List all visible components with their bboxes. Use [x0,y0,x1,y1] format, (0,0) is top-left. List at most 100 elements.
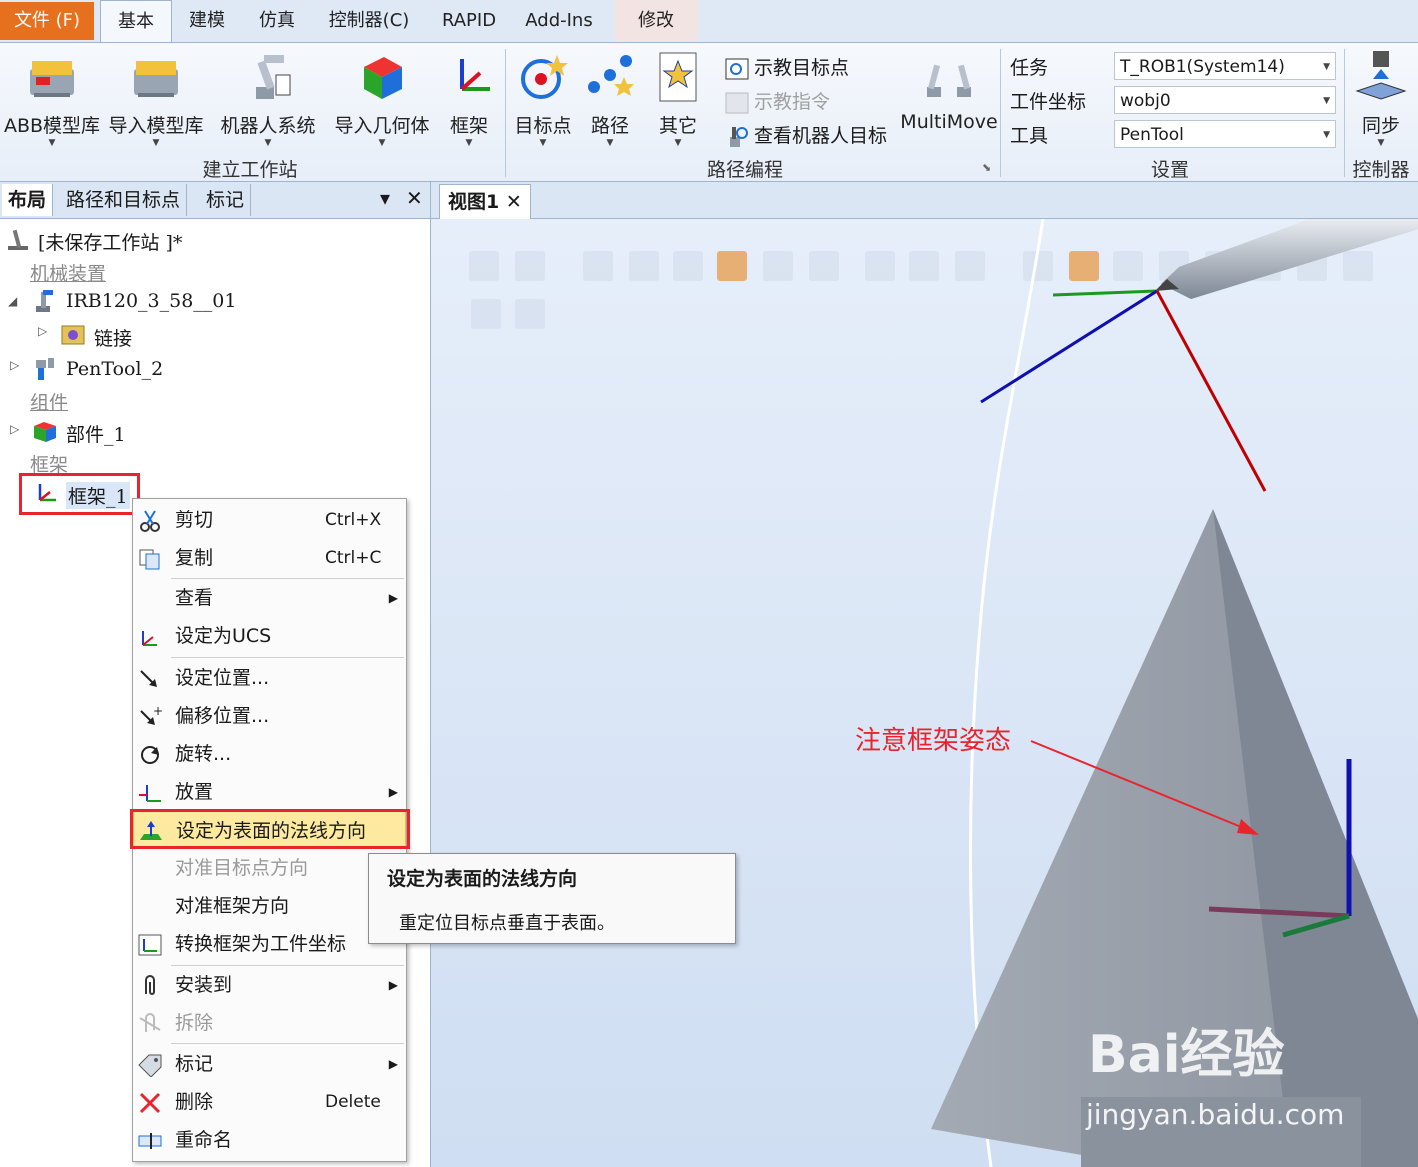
tab-paths-targets[interactable]: 路径和目标点 [60,184,188,216]
menu-cut[interactable]: 剪切 Ctrl+X [133,501,406,539]
menu-cut-shortcut: Ctrl+X [325,510,382,530]
import-geometry-icon [352,47,412,107]
tool-axis-x [1155,290,1267,492]
tree-part[interactable]: 部件_1 [66,420,126,447]
menu-place-label: 放置 [175,781,214,803]
expand-icon[interactable]: ▷ [38,324,47,338]
tree-links[interactable]: 链接 [94,324,132,351]
panel-menu-icon[interactable]: ▾ [380,186,390,210]
tool-select-value: PenTool [1120,125,1184,145]
menu-align-target[interactable]: 对准目标点方向 [133,849,406,887]
menu-align-frame[interactable]: 对准框架方向 [133,887,406,925]
teach-instruction-button[interactable]: 示教指令 [724,87,830,115]
part-icon [32,418,58,444]
sync-button[interactable]: 同步 ▼ [1348,47,1414,157]
tab-layout[interactable]: 布局 [2,184,54,216]
expand-icon[interactable]: ▷ [10,358,19,372]
abb-library-button[interactable]: ABB模型库 ▼ [2,47,102,157]
expand-icon[interactable]: ▷ [10,422,19,436]
tooltip-title: 设定为表面的法线方向 [387,868,578,890]
menu-delete-label: 删除 [175,1091,214,1113]
frame-button[interactable]: 框架 ▼ [442,47,496,157]
menu-set-position[interactable]: 设定位置... [133,659,406,697]
target-label: 目标点 [514,115,572,137]
path-label: 路径 [590,115,629,137]
dialog-launcher-icon[interactable]: ⬊ [982,161,991,174]
robot-icon [32,288,58,314]
menu-rename-label: 重命名 [175,1129,233,1151]
group-separator [1000,49,1001,177]
close-icon[interactable]: ✕ [506,191,522,213]
menu-delete-shortcut: Delete [325,1092,381,1112]
tab-addins[interactable]: Add-Ins [516,0,602,42]
view-tab-label: 视图1 [448,191,500,213]
tab-tags[interactable]: 标记 [200,184,252,216]
chevron-down-icon: ▼ [264,138,272,148]
path-button[interactable]: 路径 ▼ [580,47,640,157]
chevron-down-icon: ▼ [48,138,56,148]
menu-tag[interactable]: 标记 ▶ [133,1045,406,1083]
tab-modify[interactable]: 修改 [614,0,698,42]
import-library-button[interactable]: 导入模型库 ▼ [104,47,208,157]
task-select[interactable]: T_ROB1(System14) ▼ [1114,52,1336,80]
teach-target-button[interactable]: 示教目标点 [724,53,849,81]
import-geometry-button[interactable]: 导入几何体 ▼ [330,47,434,157]
menu-detach[interactable]: 拆除 [133,1004,406,1042]
menu-set-ucs[interactable]: 设定为UCS [133,617,406,655]
tree-station[interactable]: [未保存工作站 ]* [38,228,182,255]
menu-rename[interactable]: 重命名 [133,1121,406,1159]
menu-copy-shortcut: Ctrl+C [325,548,382,568]
group-label-settings: 设置 [1150,159,1189,181]
set-position-icon [137,666,163,690]
rotate-icon [137,742,163,766]
chevron-down-icon: ▼ [1323,130,1330,140]
menu-cut-label: 剪切 [175,509,214,531]
document-icon [648,47,708,107]
menu-offset-position[interactable]: + 偏移位置... [133,697,406,735]
menu-delete[interactable]: 删除 Delete [133,1083,406,1121]
tree-tool[interactable]: PenTool_2 [66,358,163,380]
group-label-build-station: 建立工作站 [202,159,298,181]
group-separator [1344,49,1345,177]
abb-library-icon [22,47,82,107]
robot-system-icon [238,47,298,107]
tag-icon [137,1052,163,1078]
3d-viewport[interactable]: Bai经验 jingyan.baidu.com [431,219,1418,1167]
teach-target-icon [724,57,750,81]
menu-view[interactable]: 查看 ▶ [133,579,406,617]
workobject-select[interactable]: wobj0 ▼ [1114,86,1336,114]
menu-attach[interactable]: 安装到 ▶ [133,966,406,1004]
view-tabs: 视图1 ✕ [431,182,1418,219]
view-robot-target-button[interactable]: 查看机器人目标 [724,121,887,149]
menu-align-target-label: 对准目标点方向 [175,857,309,879]
menu-copy[interactable]: 复制 Ctrl+C [133,539,406,577]
path-icon [580,47,640,107]
submenu-arrow-icon: ▶ [388,978,398,992]
chevron-down-icon: ▼ [378,138,386,148]
chevron-down-icon: ▼ [1323,62,1330,72]
collapse-icon[interactable]: ◢ [8,294,17,308]
menu-convert-workobject[interactable]: 转换框架为工件坐标 [133,925,406,963]
tab-basic[interactable]: 基本 [100,0,172,42]
tab-controller[interactable]: 控制器(C) [318,0,420,42]
tab-view1[interactable]: 视图1 ✕ [439,184,531,219]
close-icon[interactable]: ✕ [406,186,423,210]
frame-label: 框架 [449,115,488,137]
other-button[interactable]: 其它 ▼ [648,47,708,157]
menu-place[interactable]: 放置 ▶ [133,773,406,811]
other-label: 其它 [658,115,697,137]
target-button[interactable]: 目标点 ▼ [510,47,576,157]
ribbon-tab-bar: 文件 (F) 基本 建模 仿真 控制器(C) RAPID Add-Ins 修改 [0,0,1418,42]
tree-robot[interactable]: IRB120_3_58__01 [66,290,236,312]
tab-rapid[interactable]: RAPID [432,0,506,42]
tab-file[interactable]: 文件 (F) [0,2,94,40]
chevron-down-icon: ▼ [539,138,547,148]
tool-axis-y [1052,289,1158,297]
tool-select[interactable]: PenTool ▼ [1114,120,1336,148]
multimove-button[interactable]: MultiMove [900,47,998,157]
tab-simulation[interactable]: 仿真 [246,0,308,42]
menu-separator [171,657,404,658]
robot-system-button[interactable]: 机器人系统 ▼ [216,47,320,157]
tab-modeling[interactable]: 建模 [176,0,238,42]
menu-rotate[interactable]: 旋转... [133,735,406,773]
